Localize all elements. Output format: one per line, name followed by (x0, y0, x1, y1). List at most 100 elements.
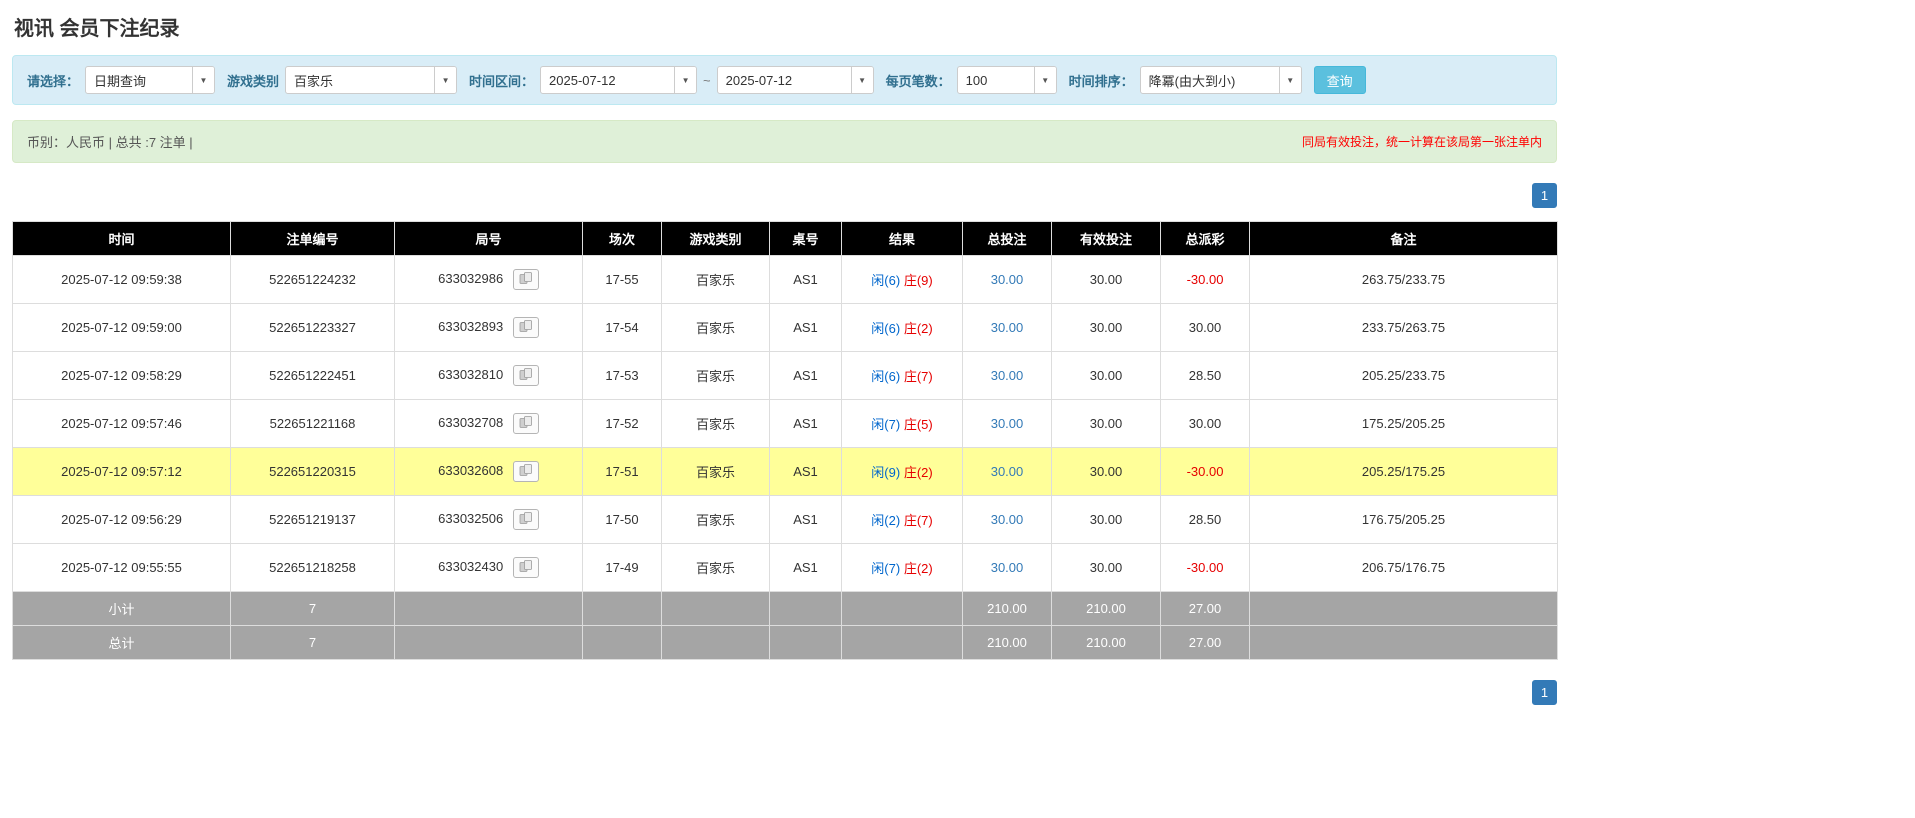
header-game-type: 游戏类别 (661, 221, 770, 256)
cell-valid-bet: 30.00 (1051, 447, 1161, 496)
cell-payout: 30.00 (1160, 303, 1250, 352)
game-type-select[interactable]: ▼ (285, 66, 458, 94)
chevron-down-icon[interactable]: ▼ (1278, 67, 1301, 93)
cell-result: 闲(6) 庄(2) (841, 303, 963, 352)
cell-note: 175.25/205.25 (1249, 399, 1558, 448)
cards-icon (519, 464, 533, 479)
cell-bet-id: 522651219137 (230, 495, 395, 544)
date-to-select[interactable]: ▼ (716, 66, 874, 94)
cell-result: 闲(9) 庄(2) (841, 447, 963, 496)
page-size-select[interactable]: ▼ (956, 66, 1057, 94)
pagination-page-1[interactable]: 1 (1532, 680, 1557, 705)
total-bet-link[interactable]: 30.00 (991, 416, 1024, 431)
cell-payout: 28.50 (1160, 495, 1250, 544)
cell-valid-bet: 30.00 (1051, 543, 1161, 592)
date-range-label: 时间区间： (469, 73, 535, 89)
chevron-down-icon[interactable]: ▼ (434, 67, 457, 93)
cell-game-type: 百家乐 (661, 351, 770, 400)
cell-session: 17-54 (582, 303, 662, 352)
chevron-down-icon[interactable]: ▼ (192, 67, 215, 93)
summary-bar: 币别：人民币 | 总共 :7 注单 | 同局有效投注，统一计算在该局第一张注单内 (12, 120, 1557, 163)
total-bet-link[interactable]: 30.00 (991, 512, 1024, 527)
cell-time: 2025-07-12 09:56:29 (12, 495, 231, 544)
pagination-page-1[interactable]: 1 (1532, 183, 1557, 208)
cell-bet-id: 522651220315 (230, 447, 395, 496)
total-bet-link[interactable]: 30.00 (991, 464, 1024, 479)
cell-valid-bet: 30.00 (1051, 351, 1161, 400)
chevron-down-icon[interactable]: ▼ (1033, 67, 1056, 93)
cell-table-no: AS1 (769, 255, 842, 304)
filter-bar: 请选择： ▼ 游戏类别 ▼ 时间区间： ▼ ~ ▼ 每页笔数： (12, 55, 1557, 105)
cell-round-id: 633032608 (394, 447, 583, 496)
cell-round-id: 633032810 (394, 351, 583, 400)
cell-payout: -30.00 (1160, 447, 1250, 496)
pagination-top: 1 (12, 183, 1557, 208)
table-row: 2025-07-12 09:55:55 522651218258 6330324… (12, 543, 1558, 592)
date-from-input[interactable] (541, 67, 675, 93)
round-detail-button[interactable] (512, 413, 539, 434)
cell-session: 17-51 (582, 447, 662, 496)
round-detail-button[interactable] (512, 557, 539, 578)
cell-total-bet: 30.00 (962, 543, 1052, 592)
round-detail-button[interactable] (512, 509, 539, 530)
cards-icon (519, 560, 533, 575)
total-bet-link[interactable]: 30.00 (991, 272, 1024, 287)
round-detail-button[interactable] (512, 269, 539, 290)
game-type-input[interactable] (286, 67, 435, 93)
cell-note: 205.25/175.25 (1249, 447, 1558, 496)
total-bet-link[interactable]: 30.00 (991, 560, 1024, 575)
header-total-bet: 总投注 (962, 221, 1052, 256)
cell-time: 2025-07-12 09:59:00 (12, 303, 231, 352)
cell-game-type: 百家乐 (661, 399, 770, 448)
cell-total-bet: 30.00 (962, 495, 1052, 544)
sort-label: 时间排序： (1068, 73, 1134, 89)
query-type-input[interactable] (86, 67, 193, 93)
total-bet-link[interactable]: 30.00 (991, 320, 1024, 335)
subtotal-count: 7 (230, 591, 395, 626)
page-size-input[interactable] (957, 67, 1034, 93)
cards-icon (519, 368, 533, 383)
subtotal-row: 小计 7 210.00 210.00 27.00 (12, 591, 1558, 626)
round-detail-button[interactable] (512, 365, 539, 386)
cell-session: 17-53 (582, 351, 662, 400)
cell-session: 17-50 (582, 495, 662, 544)
total-valid-bet: 210.00 (1051, 625, 1161, 660)
table-row: 2025-07-12 09:57:46 522651221168 6330327… (12, 399, 1558, 448)
header-round-id: 局号 (394, 221, 583, 256)
round-detail-button[interactable] (512, 461, 539, 482)
header-time: 时间 (12, 221, 231, 256)
cell-result: 闲(6) 庄(7) (841, 351, 963, 400)
sort-select[interactable]: ▼ (1139, 66, 1302, 94)
cell-game-type: 百家乐 (661, 495, 770, 544)
total-row: 总计 7 210.00 210.00 27.00 (12, 625, 1558, 660)
cell-result: 闲(6) 庄(9) (841, 255, 963, 304)
cell-time: 2025-07-12 09:55:55 (12, 543, 231, 592)
currency-total-text: 币别：人民币 | 总共 :7 注单 | (27, 135, 193, 150)
sort-input[interactable] (1140, 67, 1279, 93)
total-bet-link[interactable]: 30.00 (991, 368, 1024, 383)
table-row: 2025-07-12 09:59:38 522651224232 6330329… (12, 255, 1558, 304)
player-result: 闲(7) (871, 417, 901, 432)
banker-result: 庄(7) (903, 513, 933, 528)
page-size-label: 每页笔数： (885, 73, 951, 89)
banker-result: 庄(2) (903, 321, 933, 336)
cell-valid-bet: 30.00 (1051, 303, 1161, 352)
query-type-select[interactable]: ▼ (85, 66, 216, 94)
cell-game-type: 百家乐 (661, 303, 770, 352)
cell-table-no: AS1 (769, 351, 842, 400)
banker-result: 庄(7) (903, 369, 933, 384)
table-row: 2025-07-12 09:59:00 522651223327 6330328… (12, 303, 1558, 352)
cell-payout: 30.00 (1160, 399, 1250, 448)
cell-time: 2025-07-12 09:59:38 (12, 255, 231, 304)
cell-session: 17-52 (582, 399, 662, 448)
round-detail-button[interactable] (512, 317, 539, 338)
date-from-select[interactable]: ▼ (540, 66, 698, 94)
chevron-down-icon[interactable]: ▼ (850, 67, 873, 93)
chevron-down-icon[interactable]: ▼ (674, 67, 697, 93)
date-to-input[interactable] (717, 67, 851, 93)
query-type-label: 请选择： (27, 73, 80, 89)
cell-bet-id: 522651224232 (230, 255, 395, 304)
player-result: 闲(9) (871, 465, 901, 480)
round-id-text: 633032506 (438, 510, 504, 526)
search-button[interactable]: 查询 (1313, 66, 1366, 94)
